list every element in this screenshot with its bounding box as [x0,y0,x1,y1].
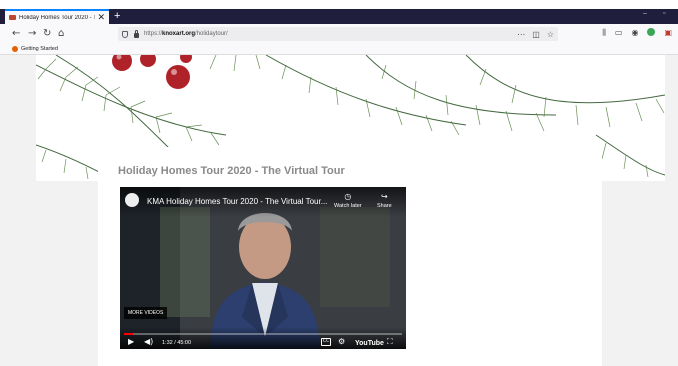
url-host: knoxart.org [162,31,196,37]
progress-bar[interactable] [124,333,402,335]
player-controls: ▶ ◀) 1:32 / 45:00 CC ⚙ YouTube ⛶ [120,327,406,349]
bookmark-getting-started[interactable]: Getting Started [21,46,58,52]
nav-toolbar: ← → ↻ ⌂ https://knoxart.org/holidaytour/… [0,24,678,44]
account-icon[interactable]: ◉ [631,28,638,38]
forward-icon[interactable]: → [28,27,36,41]
page-background: Holiday Homes Tour 2020 - The Virtual To… [0,55,678,366]
share-button[interactable]: ↪ Share [377,192,392,209]
url-protocol: https:// [144,31,163,37]
firefox-icon [12,46,18,52]
more-videos-button[interactable]: MORE VIDEOS [124,307,168,319]
share-icon: ↪ [380,192,388,201]
youtube-embed[interactable]: KMA Holiday Homes Tour 2020 - The Virtua… [120,187,406,349]
clock-icon: ◷ [344,192,352,201]
watch-later-label: Watch later [334,203,362,209]
lock-icon[interactable] [134,29,139,38]
channel-avatar[interactable] [125,193,139,207]
url-path: /holidaytour/ [195,31,228,37]
progress-fill [124,333,134,335]
minimize-icon[interactable]: – [643,10,647,17]
tracking-shield-icon[interactable] [122,30,128,38]
maximize-icon[interactable]: ▫ [663,10,665,17]
reload-icon[interactable]: ↻ [43,27,51,41]
extension-2-icon[interactable]: ▣ [664,28,672,38]
captions-button[interactable]: CC [321,338,332,346]
extension-icon[interactable] [647,28,656,36]
browser-tab[interactable]: Holiday Homes Tour 2020 - Th ✕ [5,9,109,24]
close-tab-icon[interactable]: ✕ [97,13,105,22]
title-bar: Holiday Homes Tour 2020 - Th ✕ + – ▫ [0,9,678,24]
page-actions-icon[interactable]: ⋯ [517,30,525,39]
watch-later-button[interactable]: ◷ Watch later [334,192,362,209]
tab-title: Holiday Homes Tour 2020 - Th [19,14,96,21]
sidebar-icon[interactable]: ▭ [615,28,623,38]
youtube-logo[interactable]: YouTube [355,338,384,349]
settings-gear-icon[interactable]: ⚙ [338,336,345,347]
share-label: Share [377,203,392,209]
video-title[interactable]: KMA Holiday Homes Tour 2020 - The Virtua… [147,197,327,206]
home-icon[interactable]: ⌂ [58,27,64,41]
video-header: KMA Holiday Homes Tour 2020 - The Virtua… [120,187,406,217]
volume-icon[interactable]: ◀) [144,336,153,347]
url-bar[interactable]: https://knoxart.org/holidaytour/ ⋯ ◫ ☆ [118,27,558,41]
new-tab-button[interactable]: + [114,9,120,24]
bookmark-star-icon[interactable]: ☆ [547,30,554,39]
page-title: Holiday Homes Tour 2020 - The Virtual To… [118,165,345,177]
back-icon[interactable]: ← [12,27,20,41]
pocket-icon[interactable]: ◫ [532,30,540,39]
site-favicon-icon [9,15,16,20]
time-display: 1:32 / 45:00 [162,340,192,346]
bookmarks-toolbar: Getting Started [0,44,678,55]
library-icon[interactable]: ⫼ [602,28,606,38]
play-icon[interactable]: ▶ [128,336,134,347]
fullscreen-icon[interactable]: ⛶ [387,336,393,347]
